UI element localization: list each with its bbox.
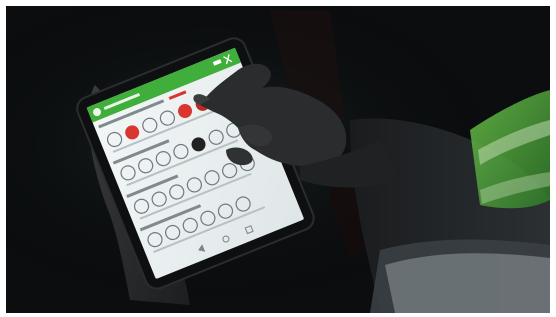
photo-scene bbox=[0, 0, 556, 317]
